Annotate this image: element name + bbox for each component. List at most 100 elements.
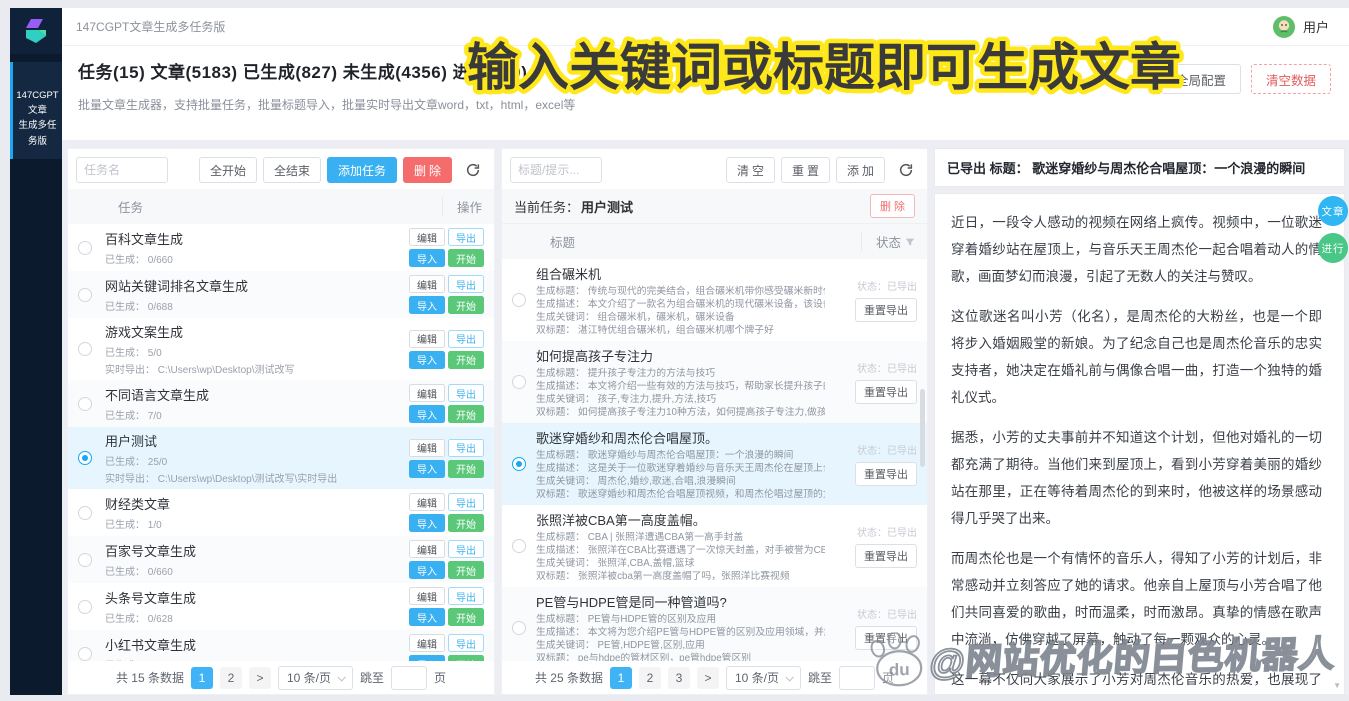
export-button[interactable]: 导出 [448,275,484,293]
reset-export-button[interactable]: 重置导出 [855,462,917,486]
reset-export-button[interactable]: 重置导出 [855,626,917,650]
article-fab-button[interactable]: 文章 [1318,196,1348,226]
task-radio-checked[interactable] [78,451,92,465]
sidebar-item-147cgpt[interactable]: 147CGPT文章 生成多任务版 [10,62,62,159]
export-button[interactable]: 导出 [448,384,484,402]
import-button[interactable]: 导入 [409,608,445,626]
scroll-down-icon[interactable]: ▼ [1333,681,1341,690]
export-button[interactable]: 导出 [448,228,484,246]
progress-fab-button[interactable]: 进行 [1318,233,1348,263]
import-button[interactable]: 导入 [409,351,445,369]
list-item[interactable]: 组合碾米机 生成标题： 传统与现代的完美结合，组合碾米机带你感受碾米新时代 生成… [502,259,927,341]
task-radio[interactable] [78,506,92,520]
task-radio[interactable] [78,241,92,255]
page-2[interactable]: 2 [639,667,661,689]
table-row-selected[interactable]: 用户测试已生成： 25/0实时导出： C:\Users\wp\Desktop\测… [68,427,494,489]
edit-button[interactable]: 编辑 [409,275,445,293]
start-button[interactable]: 开始 [448,296,484,314]
page-size-select[interactable]: 10 条/页 [726,666,801,690]
title-radio[interactable] [512,375,526,389]
export-button[interactable]: 导出 [448,493,484,511]
start-button[interactable]: 开始 [448,460,484,478]
task-radio[interactable] [78,647,92,661]
page-1[interactable]: 1 [610,667,632,689]
title-radio[interactable] [512,621,526,635]
clear-data-button[interactable]: 清空数据 [1251,64,1331,94]
task-search-input[interactable] [76,157,168,183]
start-all-button[interactable]: 全开始 [199,157,257,183]
edit-button[interactable]: 编辑 [409,587,445,605]
page-3[interactable]: 3 [668,667,690,689]
next-page-button[interactable]: > [249,667,271,689]
start-button[interactable]: 开始 [448,608,484,626]
import-button[interactable]: 导入 [409,296,445,314]
refresh-tasks-icon[interactable] [460,157,486,183]
table-row[interactable]: 小红书文章生成已生成： 0/639 编辑导出导入开始 [68,630,494,661]
next-page-button[interactable]: > [697,667,719,689]
edit-button[interactable]: 编辑 [409,439,445,457]
filter-icon[interactable] [905,237,915,247]
start-button[interactable]: 开始 [448,351,484,369]
global-config-button[interactable]: 全局配置 [1161,64,1241,94]
start-button[interactable]: 开始 [448,249,484,267]
article-content[interactable]: ▲ 近日，一段令人感动的视频在网络上疯传。视频中，一位歌迷穿着婚纱站在屋顶上，与… [934,193,1345,695]
table-row[interactable]: 百家号文章生成已生成： 0/660 编辑导出导入开始 [68,536,494,583]
edit-button[interactable]: 编辑 [409,493,445,511]
jump-page-input[interactable] [391,666,427,690]
title-radio-checked[interactable] [512,457,526,471]
delete-title-button[interactable]: 删除 [870,194,915,218]
edit-button[interactable]: 编辑 [409,330,445,348]
title-search-input[interactable] [510,157,602,183]
delete-task-button[interactable]: 删除 [403,157,452,183]
user-menu[interactable]: 用户 [1273,16,1329,38]
clear-button[interactable]: 清空 [726,157,775,183]
table-row[interactable]: 财经类文章已生成： 1/0 编辑导出导入开始 [68,489,494,536]
task-radio[interactable] [78,553,92,567]
list-item[interactable]: 张照洋被CBA第一高度盖帽。 生成标题： CBA | 张照洋遭遇CBA第一高手封… [502,505,927,587]
import-button[interactable]: 导入 [409,561,445,579]
export-button[interactable]: 导出 [448,439,484,457]
table-row[interactable]: 不同语言文章生成已生成： 7/0 编辑导出导入开始 [68,380,494,427]
import-button[interactable]: 导入 [409,405,445,423]
add-task-button[interactable]: 添加任务 [327,157,397,183]
edit-button[interactable]: 编辑 [409,634,445,652]
table-row[interactable]: 网站关键词排名文章生成已生成： 0/688 编辑导出导入开始 [68,271,494,318]
import-button[interactable]: 导入 [409,460,445,478]
import-button[interactable]: 导入 [409,249,445,267]
reset-button[interactable]: 重置 [781,157,830,183]
reset-export-button[interactable]: 重置导出 [855,544,917,568]
title-radio[interactable] [512,293,526,307]
export-button[interactable]: 导出 [448,634,484,652]
task-radio[interactable] [78,600,92,614]
list-item[interactable]: 如何提高孩子专注力 生成标题： 提升孩子专注力的方法与技巧 生成描述： 本文将介… [502,341,927,423]
page-1[interactable]: 1 [191,667,213,689]
task-radio[interactable] [78,342,92,356]
start-button[interactable]: 开始 [448,405,484,423]
list-item[interactable]: PE管与HDPE管是同一种管道吗? 生成标题： PE管与HDPE管的区别及应用 … [502,587,927,661]
scrollbar-thumb[interactable] [920,389,925,467]
edit-button[interactable]: 编辑 [409,384,445,402]
reset-export-button[interactable]: 重置导出 [855,298,917,322]
page-2[interactable]: 2 [220,667,242,689]
list-item-selected[interactable]: 歌迷穿婚纱和周杰伦合唱屋顶。 生成标题： 歌迷穿婚纱与周杰伦合唱屋顶：一个浪漫的… [502,423,927,505]
jump-page-input[interactable] [839,666,875,690]
title-radio[interactable] [512,539,526,553]
export-button[interactable]: 导出 [448,540,484,558]
edit-button[interactable]: 编辑 [409,228,445,246]
edit-button[interactable]: 编辑 [409,540,445,558]
export-button[interactable]: 导出 [448,330,484,348]
table-row[interactable]: 头条号文章生成已生成： 0/628 编辑导出导入开始 [68,583,494,630]
reset-export-button[interactable]: 重置导出 [855,380,917,404]
page-size-select[interactable]: 10 条/页 [278,666,353,690]
table-row[interactable]: 百科文章生成已生成： 0/660 编辑导出导入开始 [68,224,494,271]
add-title-button[interactable]: 添加 [836,157,885,183]
import-button[interactable]: 导入 [409,514,445,532]
task-radio[interactable] [78,288,92,302]
export-button[interactable]: 导出 [448,587,484,605]
refresh-titles-icon[interactable] [893,157,919,183]
end-all-button[interactable]: 全结束 [263,157,321,183]
task-radio[interactable] [78,397,92,411]
start-button[interactable]: 开始 [448,561,484,579]
start-button[interactable]: 开始 [448,514,484,532]
table-row[interactable]: 游戏文案生成已生成： 5/0实时导出： C:\Users\wp\Desktop\… [68,318,494,380]
